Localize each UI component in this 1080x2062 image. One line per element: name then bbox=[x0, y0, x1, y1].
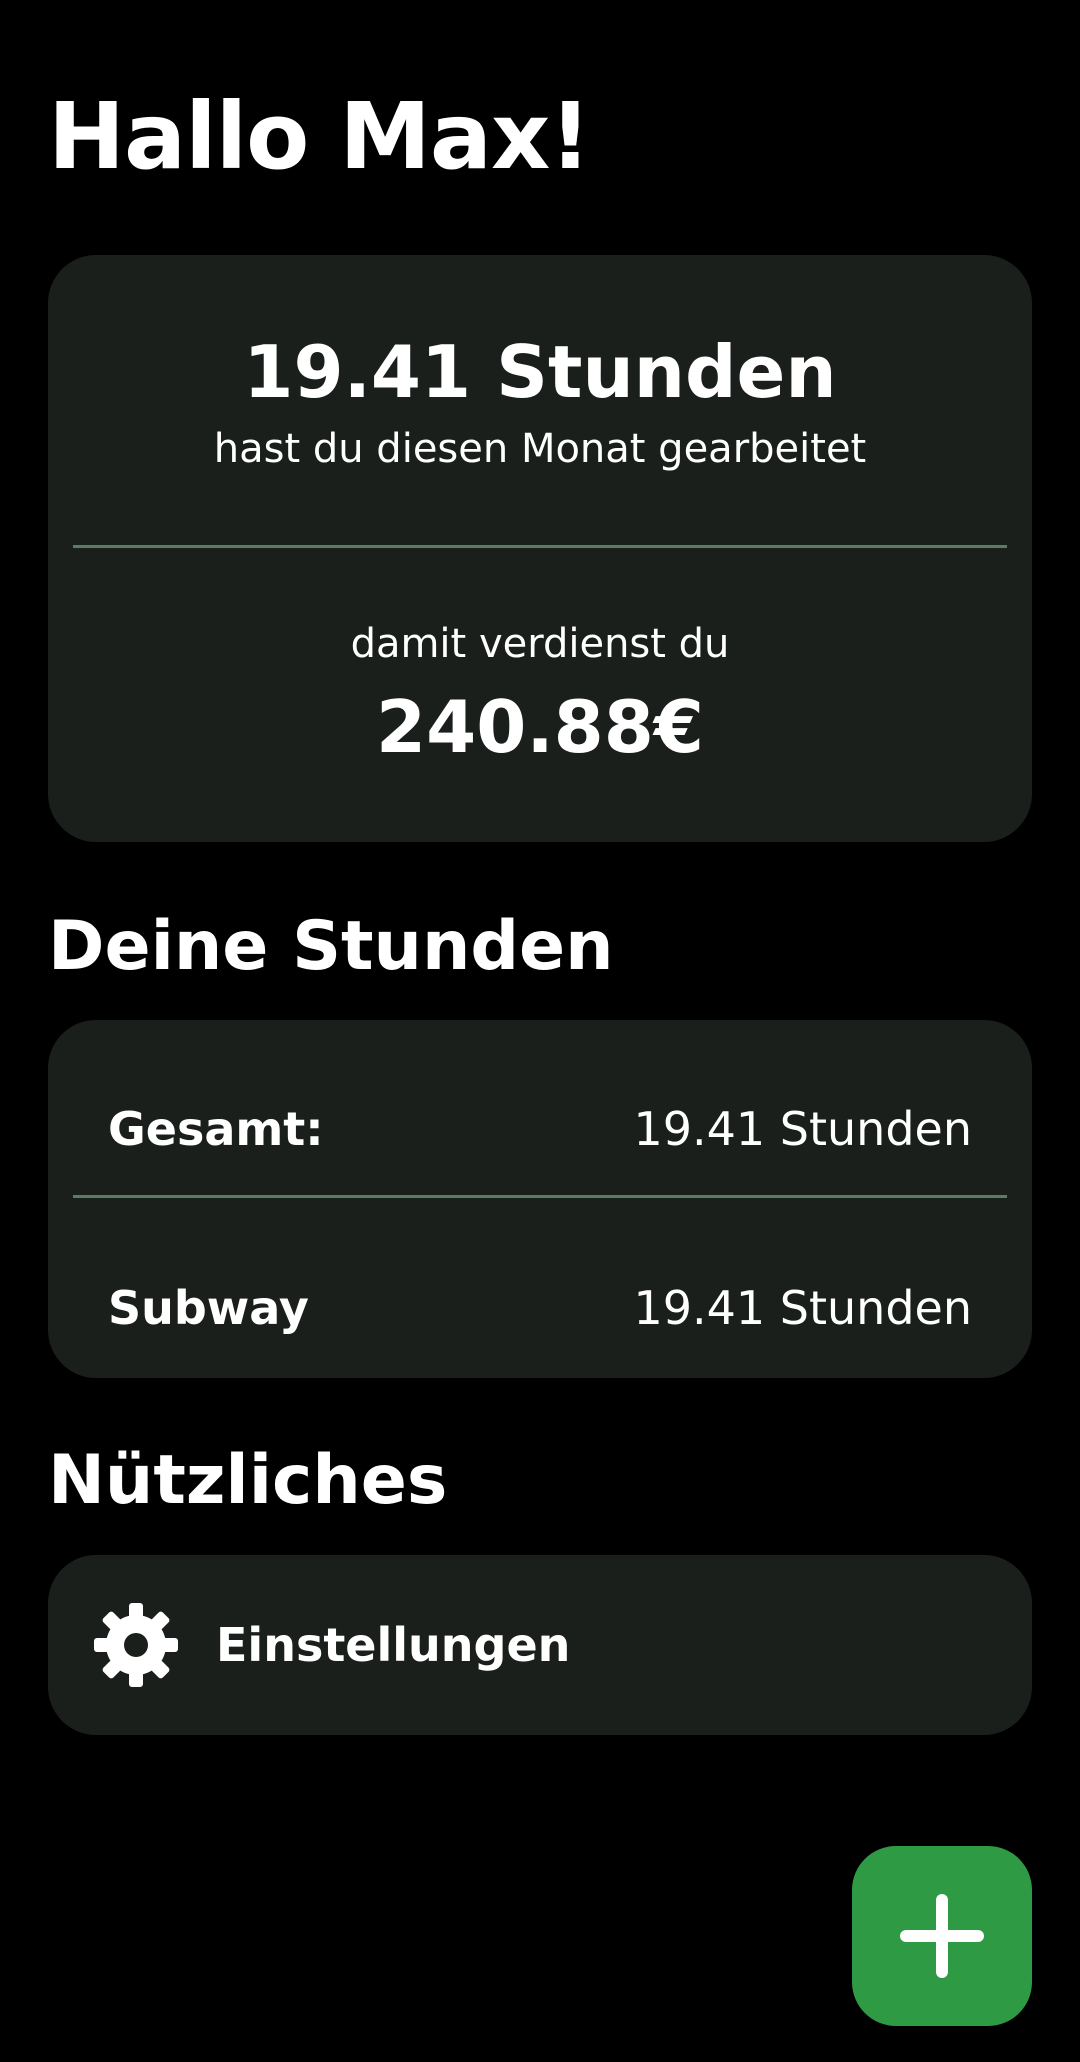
earnings-value: 240.88€ bbox=[376, 685, 704, 769]
hours-section-title: Deine Stunden bbox=[48, 907, 614, 986]
hours-row-label: Subway bbox=[108, 1281, 309, 1335]
plus-icon bbox=[900, 1894, 984, 1978]
gear-icon bbox=[94, 1603, 178, 1687]
hours-row-value: 19.41 Stunden bbox=[633, 1281, 972, 1335]
monthly-summary-card: 19.41 Stunden hast du diesen Monat gearb… bbox=[48, 255, 1032, 842]
settings-label: Einstellungen bbox=[216, 1618, 571, 1672]
earnings-caption: damit verdienst du bbox=[350, 621, 730, 667]
hours-card: Gesamt: 19.41 Stunden Subway 19.41 Stund… bbox=[48, 1020, 1032, 1378]
summary-divider bbox=[73, 545, 1007, 548]
greeting-title: Hallo Max! bbox=[48, 83, 591, 190]
settings-button[interactable]: Einstellungen bbox=[48, 1555, 1032, 1735]
hours-row-subway[interactable]: Subway 19.41 Stunden bbox=[108, 1278, 972, 1338]
monthly-hours-caption: hast du diesen Monat gearbeitet bbox=[213, 426, 867, 472]
monthly-hours-value: 19.41 Stunden bbox=[243, 330, 837, 414]
add-entry-button[interactable] bbox=[852, 1846, 1032, 2026]
hours-row-value: 19.41 Stunden bbox=[633, 1102, 972, 1156]
hours-divider bbox=[73, 1195, 1007, 1198]
hours-row-label: Gesamt: bbox=[108, 1102, 324, 1156]
useful-section-title: Nützliches bbox=[48, 1441, 448, 1520]
hours-row-total[interactable]: Gesamt: 19.41 Stunden bbox=[108, 1099, 972, 1159]
